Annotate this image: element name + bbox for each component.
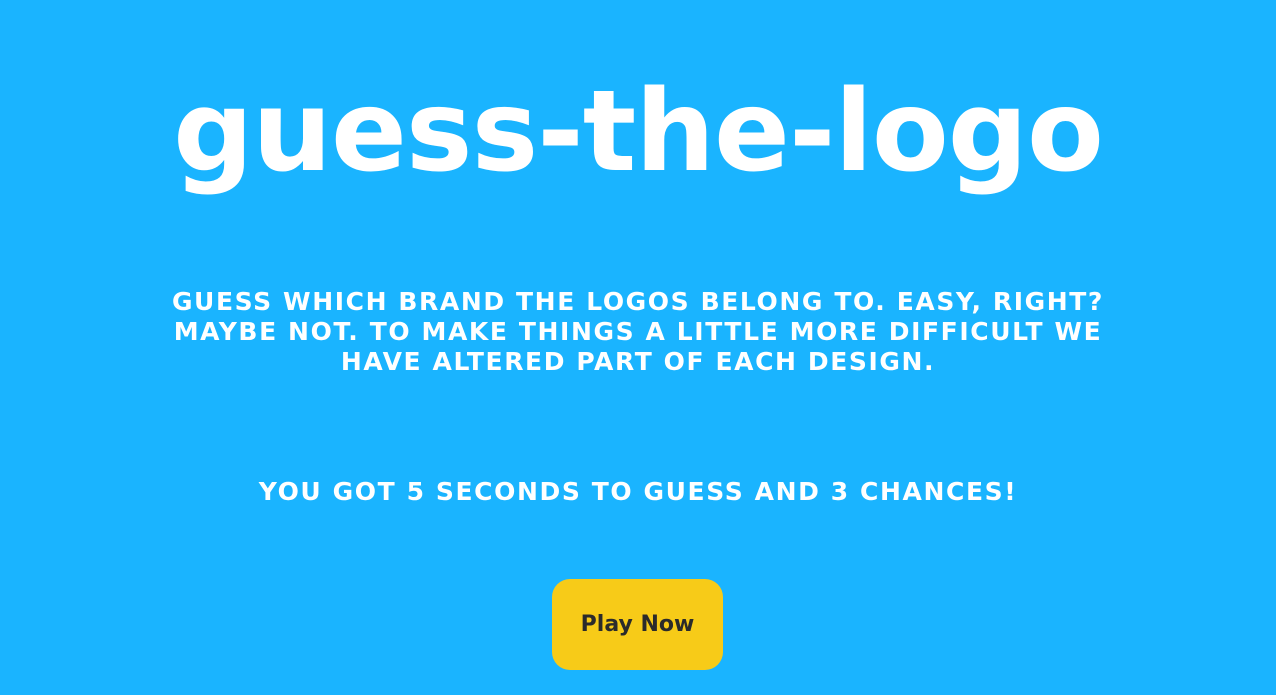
start-screen: guess-the-logo Guess which brand the log…: [0, 0, 1276, 695]
game-rules: You got 5 seconds to guess and 3 chances…: [258, 477, 1018, 506]
game-title: guess-the-logo: [173, 67, 1104, 197]
play-now-button[interactable]: Play Now: [552, 579, 723, 670]
game-description: Guess which brand the logos belong to. E…: [171, 287, 1105, 376]
